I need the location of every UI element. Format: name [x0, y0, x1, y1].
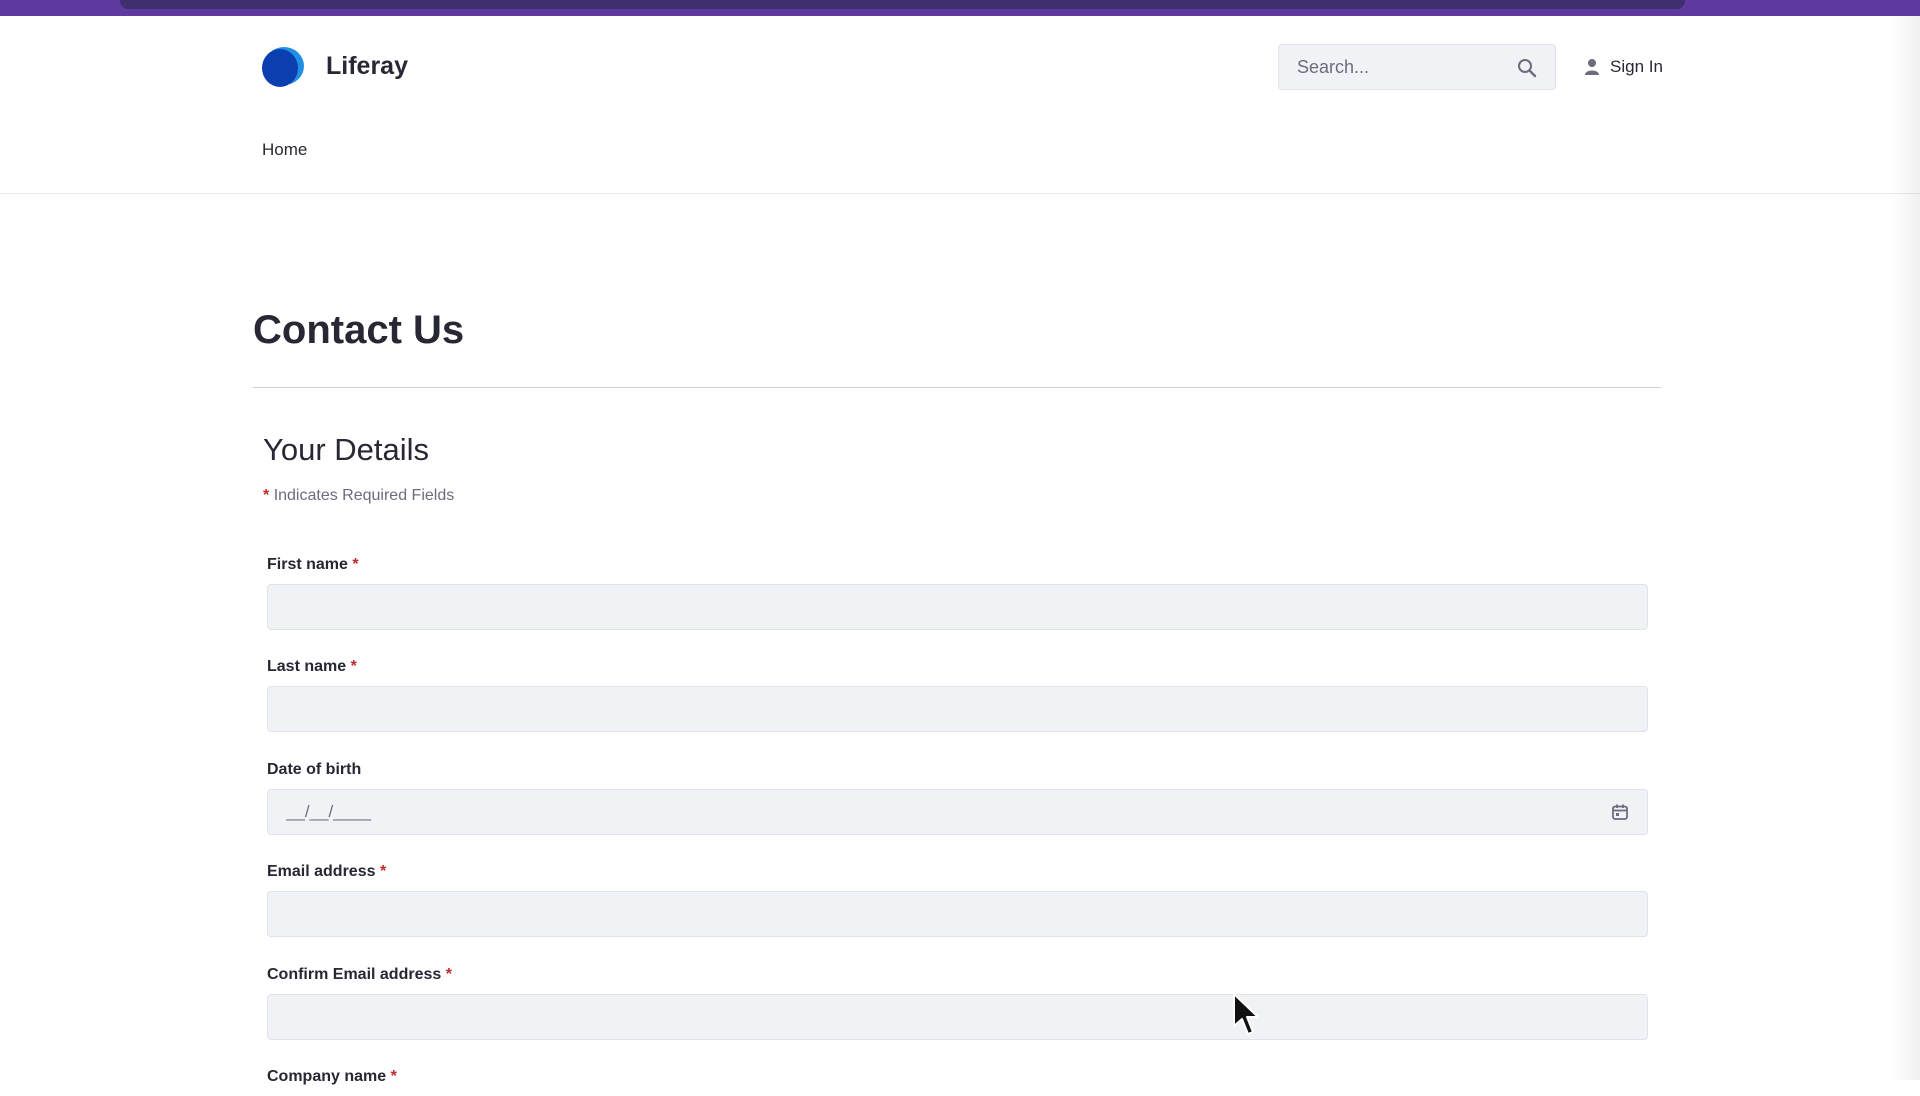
company-name-label: Company name *: [267, 1068, 397, 1085]
required-fields-note: * Indicates Required Fields: [263, 487, 454, 505]
search-input[interactable]: [1279, 45, 1509, 89]
brand[interactable]: Liferay: [262, 44, 408, 88]
last-name-input-box[interactable]: [267, 686, 1648, 732]
mouse-cursor-icon: [1233, 993, 1259, 1035]
first-name-label: First name *: [267, 556, 359, 573]
section-title: Your Details: [263, 432, 430, 467]
logo-icon: [262, 45, 308, 87]
required-star: *: [263, 487, 270, 504]
calendar-icon[interactable]: [1611, 803, 1629, 821]
site-header: Liferay Sign In Home: [0, 16, 1920, 194]
first-name-input[interactable]: [268, 585, 1647, 629]
required-note-text: Indicates Required Fields: [273, 487, 455, 504]
sign-in-link[interactable]: Sign In: [1584, 54, 1663, 80]
confirm-email-field: Confirm Email address *: [267, 966, 1648, 1040]
confirm-email-input-box[interactable]: [267, 994, 1648, 1040]
search-icon[interactable]: [1517, 58, 1537, 78]
confirm-email-input[interactable]: [268, 995, 1647, 1039]
last-name-input[interactable]: [268, 687, 1647, 731]
user-icon: [1585, 59, 1599, 75]
last-name-field: Last name *: [267, 658, 1648, 732]
title-divider: [253, 387, 1661, 388]
brand-name: Liferay: [326, 51, 408, 80]
last-name-label: Last name *: [267, 658, 357, 675]
first-name-field: First name *: [267, 556, 1648, 630]
side-shadow: [1890, 16, 1920, 1080]
browser-top-strip: [0, 0, 1920, 16]
confirm-email-label: Confirm Email address *: [267, 966, 452, 983]
date-of-birth-input-box[interactable]: [267, 789, 1648, 835]
email-address-field: Email address *: [267, 863, 1648, 937]
company-name-field: Company name *: [267, 1068, 1648, 1096]
date-of-birth-field: Date of birth: [267, 761, 1648, 835]
first-name-input-box[interactable]: [267, 584, 1648, 630]
search-box[interactable]: [1278, 44, 1556, 90]
nav-item-home[interactable]: Home: [262, 140, 307, 159]
main-nav: Home: [262, 140, 307, 160]
page-title: Contact Us: [253, 308, 465, 352]
browser-top-strip-inner: [120, 0, 1685, 9]
email-address-input[interactable]: [268, 892, 1647, 936]
email-address-input-box[interactable]: [267, 891, 1648, 937]
email-address-label: Email address *: [267, 863, 387, 880]
sign-in-label: Sign In: [1610, 57, 1663, 76]
date-of-birth-input[interactable]: [268, 790, 1647, 834]
date-of-birth-label: Date of birth: [267, 761, 362, 778]
